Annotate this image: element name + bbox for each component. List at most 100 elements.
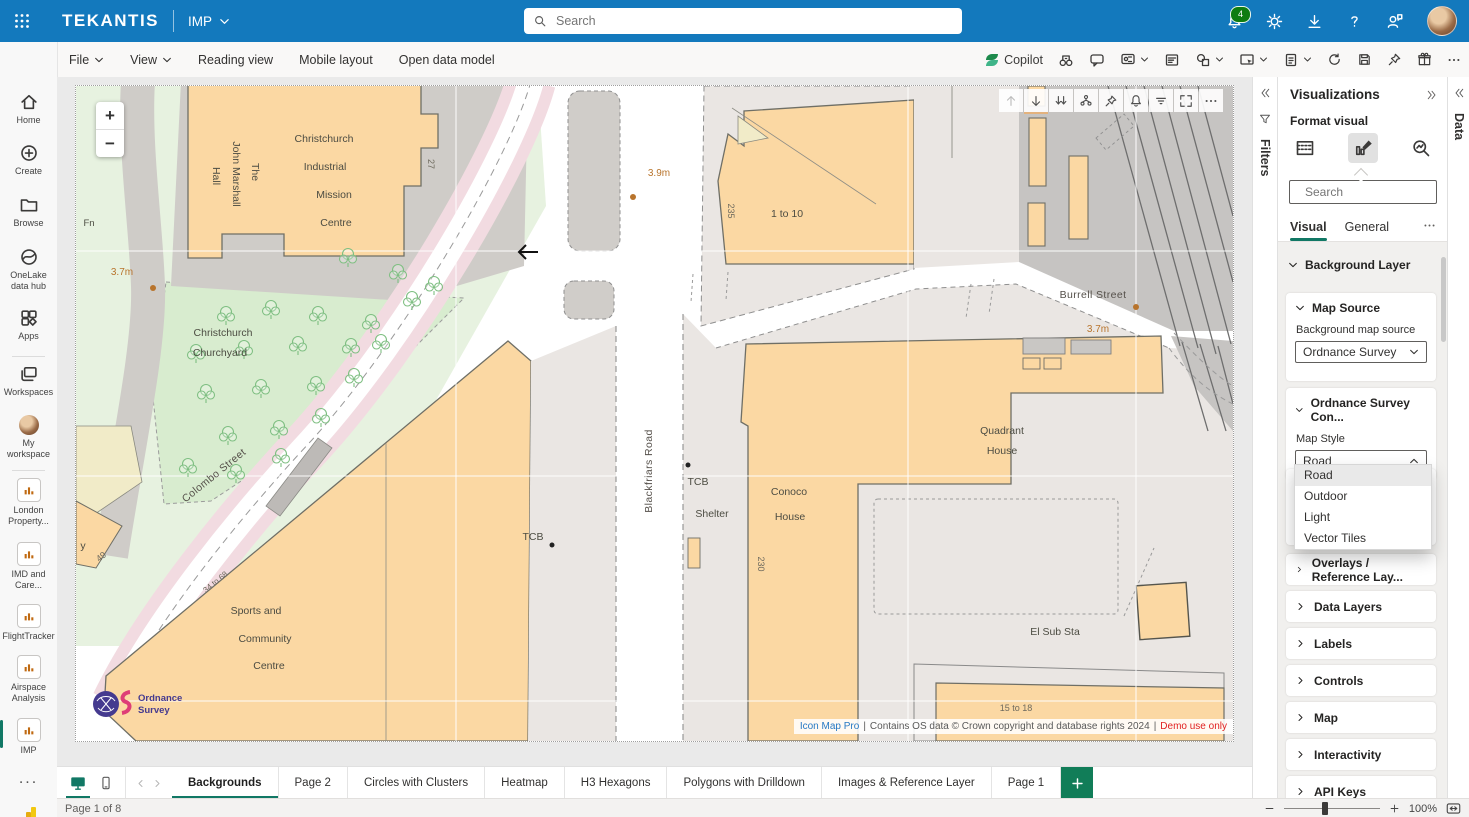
- global-search-box[interactable]: [524, 8, 962, 34]
- open-data-model-button[interactable]: Open data model: [399, 53, 495, 67]
- section-controls[interactable]: Controls: [1286, 665, 1436, 696]
- analytics-tab[interactable]: [1406, 133, 1436, 163]
- find-button[interactable]: [1058, 52, 1074, 68]
- fit-to-page-icon[interactable]: [1446, 802, 1461, 815]
- user-avatar[interactable]: [1427, 6, 1457, 36]
- expand-pane-icon[interactable]: [1453, 87, 1465, 99]
- sidebar-item-flighttracker[interactable]: FlightTracker: [0, 604, 57, 642]
- feedback-button[interactable]: [1386, 12, 1404, 30]
- copilot-button[interactable]: Copilot: [984, 52, 1043, 68]
- sidebar-item-onelake-data-hub[interactable]: OneLake data hub: [0, 247, 57, 292]
- page-tab-h3-hexagons[interactable]: H3 Hexagons: [565, 767, 668, 799]
- notifications-button[interactable]: 4: [1226, 13, 1243, 30]
- data-pane-collapsed[interactable]: Data: [1447, 77, 1469, 798]
- tab-visual[interactable]: Visual: [1290, 215, 1327, 239]
- filters-pane-collapsed[interactable]: Filters: [1252, 77, 1277, 798]
- refresh-button[interactable]: [1327, 52, 1342, 67]
- personalize-button[interactable]: [1120, 52, 1149, 68]
- format-tabs-more-button[interactable]: [1423, 219, 1436, 235]
- sidebar-item-browse[interactable]: Browse: [0, 195, 57, 229]
- format-search-box[interactable]: [1289, 180, 1437, 204]
- sidebar-item-imp[interactable]: IMP: [0, 718, 57, 756]
- icon-map-visual[interactable]: Christchurch Industrial Mission Centre T…: [75, 85, 1234, 742]
- add-page-button[interactable]: [1061, 767, 1093, 799]
- dropdown-option-outdoor[interactable]: Outdoor: [1295, 486, 1431, 507]
- background-layer-section[interactable]: Background Layer: [1288, 258, 1410, 272]
- section-overlays[interactable]: Overlays / Reference Lay...: [1286, 554, 1436, 585]
- collapse-pane-button[interactable]: [1426, 89, 1438, 101]
- page-tab-images-reference-layer[interactable]: Images & Reference Layer: [822, 767, 992, 799]
- sidebar-item-imd-and-care[interactable]: IMD and Care...: [0, 542, 57, 591]
- drill-down-button[interactable]: [1024, 89, 1048, 114]
- expand-all-button[interactable]: [1074, 89, 1098, 112]
- section-map[interactable]: Map: [1286, 702, 1436, 733]
- chevron-left-icon[interactable]: [136, 779, 145, 788]
- pin-button[interactable]: [1387, 52, 1402, 67]
- page-tab-heatmap[interactable]: Heatmap: [485, 767, 565, 799]
- power-bi-home[interactable]: Power BI: [0, 805, 57, 817]
- view-menu[interactable]: View: [130, 53, 172, 67]
- page-tab-page-1[interactable]: Page 1: [992, 767, 1061, 799]
- page-tab-page-2[interactable]: Page 2: [279, 767, 348, 799]
- zoom-slider-thumb[interactable]: [1322, 802, 1328, 815]
- expand-pane-icon[interactable]: [1259, 87, 1271, 99]
- focus-mode-button[interactable]: [1174, 89, 1198, 112]
- brand-logo-text[interactable]: TEKANTIS: [62, 11, 159, 31]
- page-tab-circles-with-clusters[interactable]: Circles with Clusters: [348, 767, 485, 799]
- whats-new-button[interactable]: [1417, 52, 1432, 67]
- sidebar-item-london-property[interactable]: London Property...: [0, 478, 57, 527]
- mobile-view-button[interactable]: [99, 767, 113, 799]
- go-to-next-level-button[interactable]: [1049, 89, 1073, 112]
- ribbon-more-button[interactable]: [1447, 53, 1461, 67]
- chevron-right-icon[interactable]: [153, 779, 162, 788]
- text-box-button[interactable]: [1164, 52, 1180, 68]
- file-menu[interactable]: File: [69, 53, 104, 67]
- new-page-button[interactable]: [1283, 52, 1312, 68]
- sidebar-item-airspace-analysis[interactable]: Airspace Analysis: [0, 655, 57, 704]
- settings-button[interactable]: [1266, 13, 1283, 30]
- download-button[interactable]: [1306, 13, 1323, 30]
- sidebar-item-home[interactable]: Home: [0, 92, 57, 126]
- dropdown-option-road[interactable]: Road: [1295, 465, 1431, 486]
- ordnance-survey-config-section[interactable]: Ordnance Survey Con...: [1295, 396, 1427, 424]
- section-interactivity[interactable]: Interactivity: [1286, 739, 1436, 770]
- visual-filters-button[interactable]: [1149, 89, 1173, 112]
- page-tab-polygons-with-drilldown[interactable]: Polygons with Drilldown: [667, 767, 821, 799]
- new-visual-button[interactable]: [1239, 52, 1268, 68]
- tab-general[interactable]: General: [1345, 215, 1389, 239]
- shapes-button[interactable]: [1195, 52, 1224, 68]
- background-map-source-select[interactable]: Ordnance Survey: [1295, 341, 1427, 363]
- page-tab-backgrounds[interactable]: Backgrounds: [172, 767, 279, 799]
- format-search-input[interactable]: [1303, 184, 1462, 200]
- sidebar-item-create[interactable]: Create: [0, 143, 57, 177]
- map-zoom-in-button[interactable]: +: [96, 102, 124, 130]
- pane-scrollbar[interactable]: [1441, 257, 1446, 342]
- zoom-out-icon[interactable]: [1264, 803, 1275, 814]
- help-button[interactable]: [1346, 13, 1363, 30]
- format-visual-tab[interactable]: [1348, 133, 1378, 163]
- icon-map-pro-link[interactable]: Icon Map Pro: [800, 721, 859, 732]
- dropdown-option-light[interactable]: Light: [1295, 507, 1431, 528]
- map-zoom-out-button[interactable]: −: [96, 130, 124, 157]
- section-labels[interactable]: Labels: [1286, 628, 1436, 659]
- sidebar-item-apps[interactable]: Apps: [0, 308, 57, 342]
- zoom-in-icon[interactable]: [1389, 803, 1400, 814]
- visual-more-options-button[interactable]: [1199, 89, 1223, 112]
- save-button[interactable]: [1357, 52, 1372, 67]
- mobile-layout-button[interactable]: Mobile layout: [299, 53, 373, 67]
- map-source-section[interactable]: Map Source: [1295, 301, 1427, 315]
- set-alert-button[interactable]: [1124, 89, 1148, 112]
- section-api-keys[interactable]: API Keys: [1286, 776, 1436, 798]
- sidebar-item-workspaces[interactable]: Workspaces: [0, 364, 57, 398]
- zoom-slider[interactable]: [1284, 808, 1380, 809]
- drill-up-button[interactable]: [999, 89, 1023, 112]
- dropdown-option-vector-tiles[interactable]: Vector Tiles: [1295, 528, 1431, 549]
- section-data-layers[interactable]: Data Layers: [1286, 591, 1436, 622]
- sidebar-item-my-workspace[interactable]: My workspace: [0, 415, 57, 460]
- search-input[interactable]: [554, 13, 953, 29]
- web-view-button[interactable]: [69, 767, 87, 799]
- build-visual-tab[interactable]: [1290, 133, 1320, 163]
- waffle-menu-button[interactable]: [0, 0, 44, 42]
- reading-view-button[interactable]: Reading view: [198, 53, 273, 67]
- pin-visual-button[interactable]: [1099, 89, 1123, 112]
